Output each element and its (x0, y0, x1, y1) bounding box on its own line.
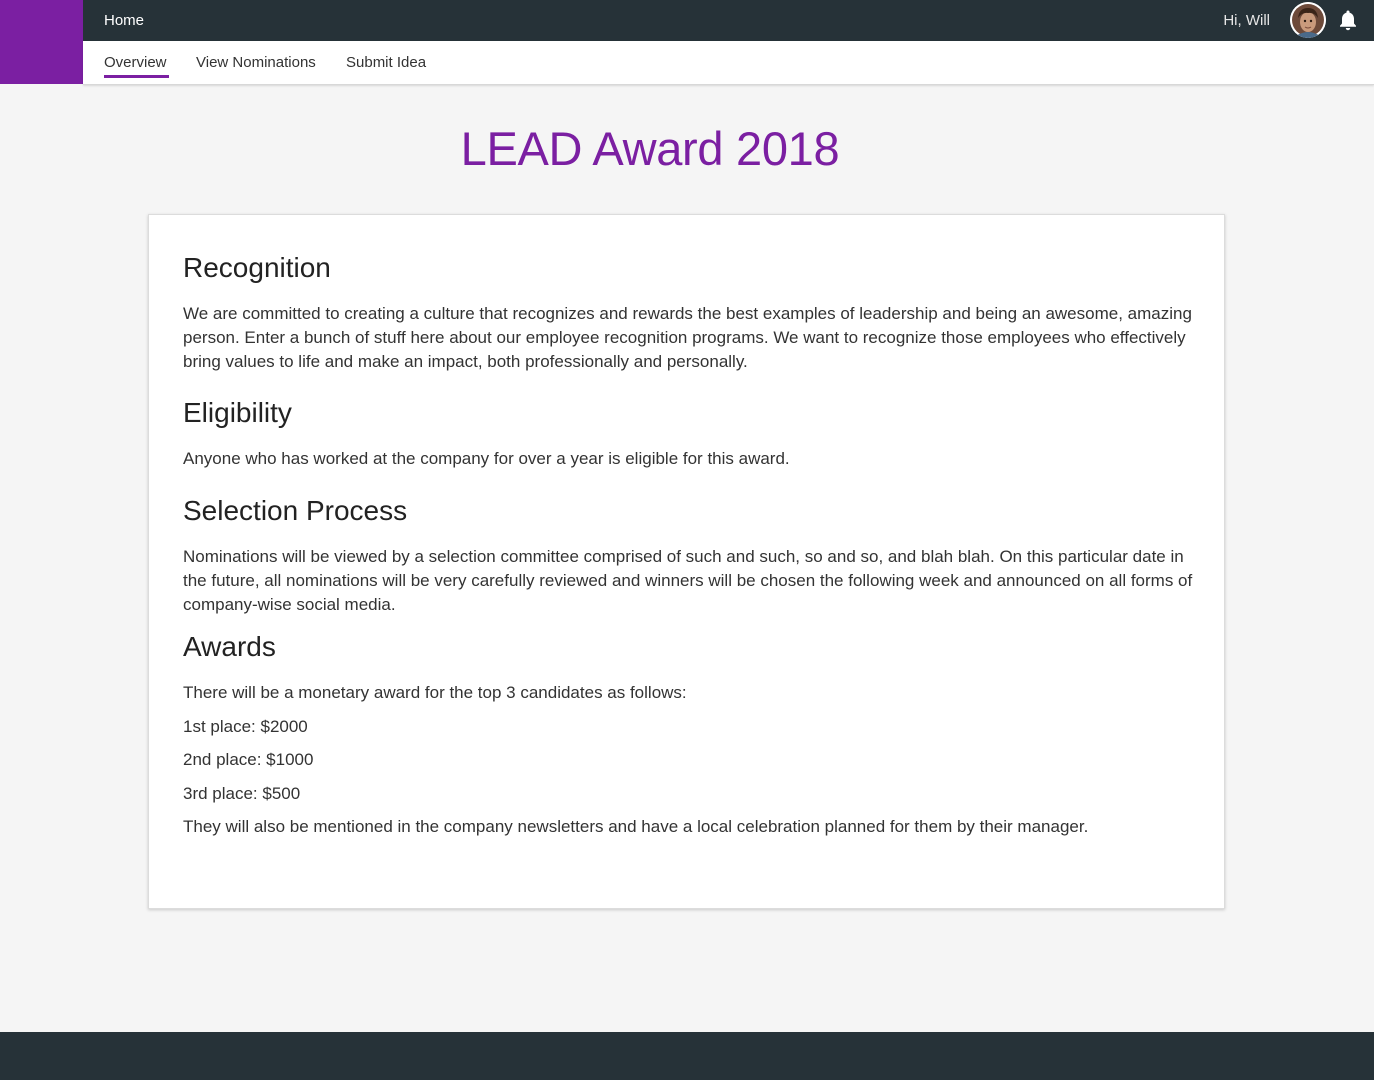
selection-process-text: Nominations will be viewed by a selectio… (183, 547, 1193, 614)
sub-navigation: Overview View Nominations Submit Idea (83, 41, 1374, 85)
selection-process-heading: Selection Process (183, 495, 408, 526)
brand-block (0, 0, 83, 84)
award-second-place: 2nd place: $1000 (183, 750, 314, 769)
recognition-heading: Recognition (183, 252, 331, 283)
user-greeting: Hi, Will (1223, 12, 1270, 29)
tab-view-nominations[interactable]: View Nominations (196, 41, 316, 84)
user-avatar-icon (1290, 2, 1326, 38)
awards-heading: Awards (183, 631, 276, 662)
awards-outro-text: They will also be mentioned in the compa… (183, 817, 1089, 836)
notification-button[interactable] (1339, 9, 1357, 31)
footer-bar (0, 1032, 1374, 1080)
avatar[interactable] (1290, 2, 1326, 38)
awards-intro-text: There will be a monetary award for the t… (183, 683, 687, 702)
top-bar: Home Hi, Will (83, 0, 1374, 41)
award-third-place: 3rd place: $500 (183, 784, 301, 803)
home-link[interactable]: Home (104, 0, 144, 41)
recognition-text: We are committed to creating a culture t… (183, 304, 1192, 371)
eligibility-text: Anyone who has worked at the company for… (183, 449, 790, 468)
page-title: LEAD Award 2018 (460, 122, 840, 175)
tab-overview[interactable]: Overview (104, 41, 169, 84)
eligibility-heading: Eligibility (183, 397, 292, 428)
bell-icon (1340, 10, 1356, 31)
award-first-place: 1st place: $2000 (183, 717, 308, 736)
tab-submit-idea[interactable]: Submit Idea (346, 41, 426, 84)
award-info-card: Recognition We are committed to creating… (148, 214, 1225, 909)
